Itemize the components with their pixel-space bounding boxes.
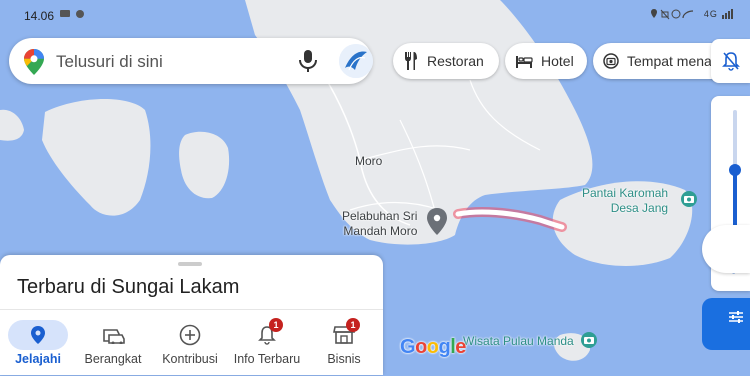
chip-hotel[interactable]: Hotel — [505, 43, 587, 79]
nav-business[interactable]: 1 Bisnis — [306, 310, 382, 376]
location-pin-icon — [8, 320, 68, 350]
bell-off-icon — [722, 52, 740, 71]
status-bar: 14.06 4G — [0, 0, 750, 30]
nav-contribute[interactable]: Kontribusi — [152, 310, 228, 376]
layers-button[interactable] — [702, 225, 750, 273]
nav-updates-label: Info Terbaru — [233, 352, 301, 366]
directions-fab[interactable] — [702, 298, 750, 350]
bell-icon — [237, 320, 297, 350]
nav-explore[interactable]: Jelajahi — [0, 310, 76, 376]
place-label-harbor[interactable]: Pelabuhan Sri Mandah Moro — [342, 209, 417, 239]
status-notification-icons — [60, 9, 90, 22]
pantai-label-line1: Pantai Karomah — [582, 186, 669, 200]
nav-go-label: Berangkat — [84, 352, 142, 366]
search-bar[interactable]: Telusuri di sini — [9, 38, 373, 84]
nav-explore-label: Jelajahi — [15, 352, 61, 366]
status-right-icons: 4G — [650, 8, 734, 20]
nav-go[interactable]: Berangkat — [75, 310, 151, 376]
microphone-icon[interactable] — [298, 50, 318, 77]
maps-pin-logo-icon — [24, 49, 44, 80]
place-label-moro[interactable]: Moro — [355, 154, 382, 168]
car-icon — [83, 320, 143, 350]
business-badge: 1 — [346, 318, 360, 332]
nav-business-label: Bisnis — [327, 352, 361, 366]
fork-knife-icon — [403, 52, 419, 70]
bottom-nav: Jelajahi Berangkat Kontribusi 1 Info Ter… — [0, 309, 383, 376]
nav-updates[interactable]: 1 Info Terbaru — [229, 310, 305, 376]
sheet-drag-handle[interactable] — [178, 262, 202, 266]
google-logo: Google — [400, 336, 466, 358]
sliders-icon — [729, 311, 743, 323]
chip-hotel-label: Hotel — [541, 53, 574, 69]
wisata-camera-icon — [581, 332, 597, 348]
mute-toggle[interactable] — [711, 39, 750, 83]
pantai-label-line2: Desa Jang — [610, 201, 669, 215]
status-time: 14.06 — [24, 9, 55, 23]
pantai-camera-icon — [681, 191, 697, 207]
store-icon — [314, 320, 374, 350]
chip-restaurant-label: Restoran — [427, 53, 484, 69]
bottom-sheet[interactable]: Terbaru di Sungai Lakam Jelajahi Berangk… — [0, 255, 383, 375]
nav-contribute-label: Kontribusi — [162, 352, 218, 366]
harbor-label-line1: Pelabuhan Sri — [342, 209, 418, 223]
place-label-wisata[interactable]: Wisata Pulau Manda — [463, 334, 574, 349]
chip-restaurant[interactable]: Restoran — [393, 43, 499, 79]
network-type: 4G — [703, 9, 718, 19]
search-input[interactable]: Telusuri di sini — [56, 52, 163, 72]
bed-icon — [515, 54, 533, 68]
sheet-title: Terbaru di Sungai Lakam — [17, 276, 240, 298]
updates-badge: 1 — [269, 318, 283, 332]
add-circle-icon — [160, 320, 220, 350]
harbor-label-line2: Mandah Moro — [343, 224, 418, 238]
place-label-pantai[interactable]: Pantai Karomah Desa Jang — [582, 186, 668, 216]
avatar[interactable] — [339, 44, 373, 78]
volume-slider-handle — [729, 164, 741, 176]
camera-icon — [603, 53, 619, 69]
